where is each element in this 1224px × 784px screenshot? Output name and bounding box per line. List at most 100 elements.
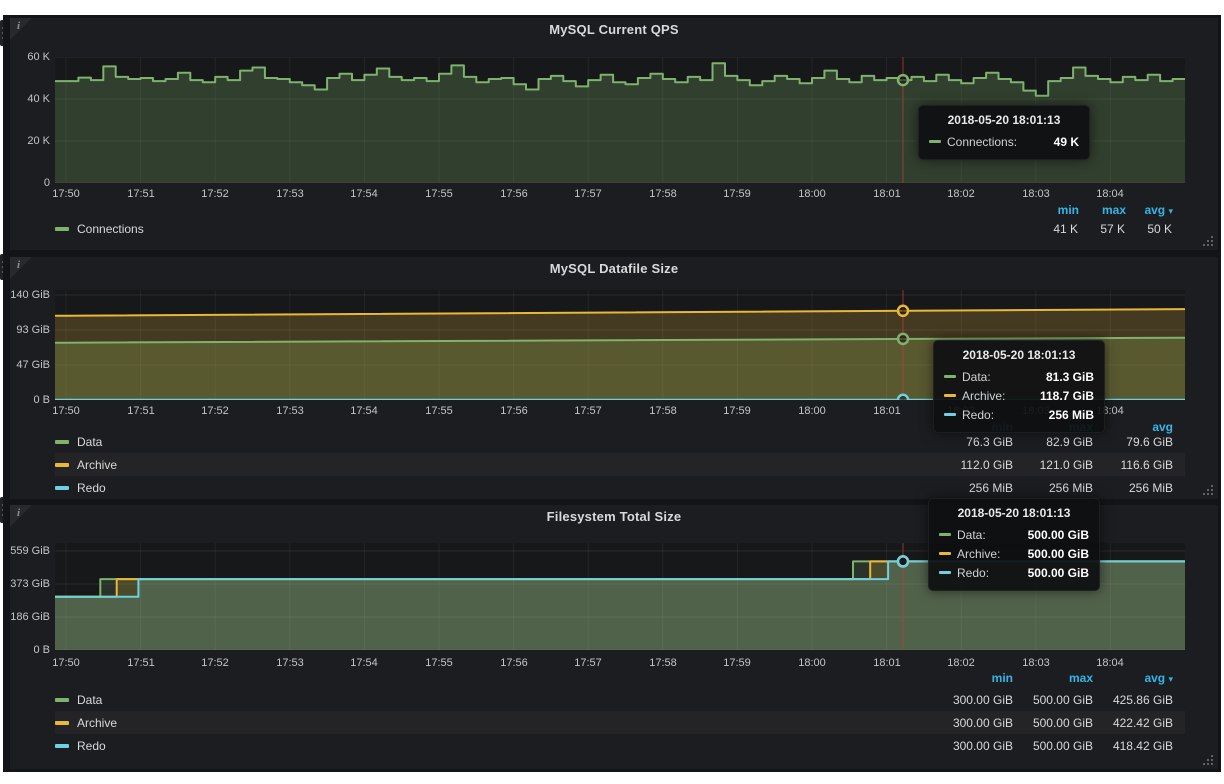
series-color-dash (939, 571, 951, 574)
y-axis-label: 186 GiB (10, 610, 50, 624)
series-color-dash (55, 721, 69, 725)
x-axis-label: 17:59 (715, 656, 759, 670)
stat-avg: 50 K (1125, 222, 1172, 236)
x-axis-label: 17:54 (342, 187, 386, 201)
legend-header-min[interactable]: min (1032, 203, 1079, 218)
sort-caret-icon: ▾ (1168, 206, 1173, 216)
x-axis-label: 17:56 (492, 404, 536, 418)
series-label: Archive (77, 458, 117, 472)
x-axis-label: 17:54 (342, 656, 386, 670)
hover-point-connections (898, 75, 908, 85)
tooltip-series-label: Archive: (962, 389, 1005, 403)
y-axis-label: 20 K (10, 134, 50, 148)
series-color-dash (55, 227, 69, 231)
legend-header-avg[interactable]: avg ▾ (1093, 671, 1173, 687)
graph-tooltip: 2018-05-20 18:01:13Data:81.3 GiBArchive:… (933, 340, 1105, 433)
legend-row-redo[interactable]: Redo 256 MiB256 MiB256 MiB (55, 476, 1185, 499)
y-axis-label: 140 GiB (10, 288, 50, 302)
stat-min: 112.0 GiB (933, 458, 1013, 472)
x-axis-label: 18:03 (1014, 656, 1058, 670)
tooltip-value: 81.3 GiB (1046, 370, 1094, 384)
stat-max: 500.00 GiB (1013, 716, 1093, 730)
legend-header-min[interactable]: min (933, 671, 1013, 686)
x-axis-label: 17:53 (268, 187, 312, 201)
series-label: Redo (77, 481, 106, 495)
series-color-dash (55, 486, 69, 490)
tooltip-timestamp: 2018-05-20 18:01:13 (929, 113, 1079, 127)
panel-title[interactable]: MySQL Datafile Size (10, 261, 1218, 276)
resize-grip-icon[interactable] (1202, 235, 1214, 247)
series-label: Archive (77, 716, 117, 730)
legend-row-redo[interactable]: Redo300.00 GiB500.00 GiB418.42 GiB (55, 734, 1185, 757)
tooltip-timestamp: 2018-05-20 18:01:13 (944, 348, 1094, 362)
x-axis-label: 18:00 (790, 187, 834, 201)
y-axis-label: 60 K (10, 50, 50, 64)
stat-min: 300.00 GiB (933, 739, 1013, 753)
panel-title[interactable]: MySQL Current QPS (10, 22, 1218, 37)
series-color-dash (55, 698, 69, 702)
stat-max: 500.00 GiB (1013, 739, 1093, 753)
stat-avg: 422.42 GiB (1093, 716, 1173, 730)
tooltip-value: 500.00 GiB (1028, 547, 1089, 561)
resize-grip-icon[interactable] (1202, 754, 1214, 766)
legend-header: minmaxavg ▾ (933, 670, 1173, 685)
stat-min: 300.00 GiB (933, 716, 1013, 730)
series-label: Connections (77, 222, 144, 236)
x-axis-label: 17:51 (119, 656, 163, 670)
x-axis-label: 17:50 (44, 656, 88, 670)
legend-header-max[interactable]: max (1013, 671, 1093, 686)
resize-grip-icon[interactable] (1202, 484, 1214, 496)
legend-stats: 256 MiB256 MiB256 MiB (933, 479, 1173, 497)
legend-row-data[interactable]: Data300.00 GiB500.00 GiB425.86 GiB (55, 688, 1185, 711)
x-axis-label: 18:04 (1088, 656, 1132, 670)
legend-row-archive[interactable]: Archive 300.00 GiB500.00 GiB422.42 GiB (55, 711, 1185, 734)
series-color-dash (939, 552, 951, 555)
x-axis-label: 17:57 (566, 404, 610, 418)
graph-tooltip: 2018-05-20 18:01:13 Connections:49 K (918, 105, 1090, 160)
series-color-dash (944, 394, 956, 397)
stat-avg: 79.6 GiB (1093, 435, 1173, 449)
tooltip-timestamp: 2018-05-20 18:01:13 (939, 506, 1089, 520)
x-axis-label: 17:52 (193, 404, 237, 418)
x-axis-label: 17:56 (492, 656, 536, 670)
hover-point-archive (898, 306, 908, 316)
legend-row-connections[interactable]: Connections41 K57 K50 K (55, 218, 1185, 240)
legend-header: minmaxavg ▾ (1032, 202, 1173, 217)
x-axis-label: 17:53 (268, 404, 312, 418)
y-axis-label: 0 B (10, 643, 50, 657)
stat-min: 300.00 GiB (933, 693, 1013, 707)
x-axis-label: 17:59 (715, 404, 759, 418)
tooltip-row: Redo:256 MiB (944, 405, 1094, 424)
legend-header-avg[interactable]: avg ▾ (1126, 203, 1173, 219)
x-axis-label: 18:02 (939, 656, 983, 670)
tooltip-row: Data:500.00 GiB (939, 525, 1089, 544)
stat-max: 500.00 GiB (1013, 693, 1093, 707)
tooltip-series-label: Data: (957, 528, 986, 542)
y-axis-label: 559 GiB (10, 544, 50, 558)
legend-row-archive[interactable]: Archive112.0 GiB121.0 GiB116.6 GiB (55, 453, 1185, 476)
tooltip-row: Connections:49 K (929, 132, 1079, 151)
tooltip-series-label: Connections: (947, 135, 1017, 149)
sort-caret-icon: ▾ (1168, 674, 1173, 684)
tooltip-series-label: Archive: (957, 547, 1000, 561)
stat-min: 76.3 GiB (933, 435, 1013, 449)
stat-avg: 116.6 GiB (1093, 458, 1173, 472)
legend-stats: 76.3 GiB82.9 GiB79.6 GiB (933, 433, 1173, 451)
series-color-dash (939, 533, 951, 536)
series-color-dash (55, 440, 69, 444)
x-axis-label: 17:59 (715, 187, 759, 201)
x-axis-label: 18:01 (865, 404, 909, 418)
hover-point-data (898, 334, 908, 344)
tooltip-row: Archive: 500.00 GiB (939, 544, 1089, 563)
y-axis-label: 93 GiB (10, 323, 50, 337)
series-label: Data (77, 435, 102, 449)
legend-header-max[interactable]: max (1079, 203, 1126, 218)
tooltip-row: Archive:118.7 GiB (944, 386, 1094, 405)
x-axis-label: 17:51 (119, 404, 163, 418)
legend-stats: 300.00 GiB500.00 GiB425.86 GiB (933, 691, 1173, 709)
legend-row-data[interactable]: Data 76.3 GiB82.9 GiB79.6 GiB (55, 430, 1185, 453)
x-axis-label: 17:57 (566, 187, 610, 201)
x-axis-label: 17:52 (193, 187, 237, 201)
stat-max: 82.9 GiB (1013, 435, 1093, 449)
x-axis-label: 18:02 (939, 187, 983, 201)
